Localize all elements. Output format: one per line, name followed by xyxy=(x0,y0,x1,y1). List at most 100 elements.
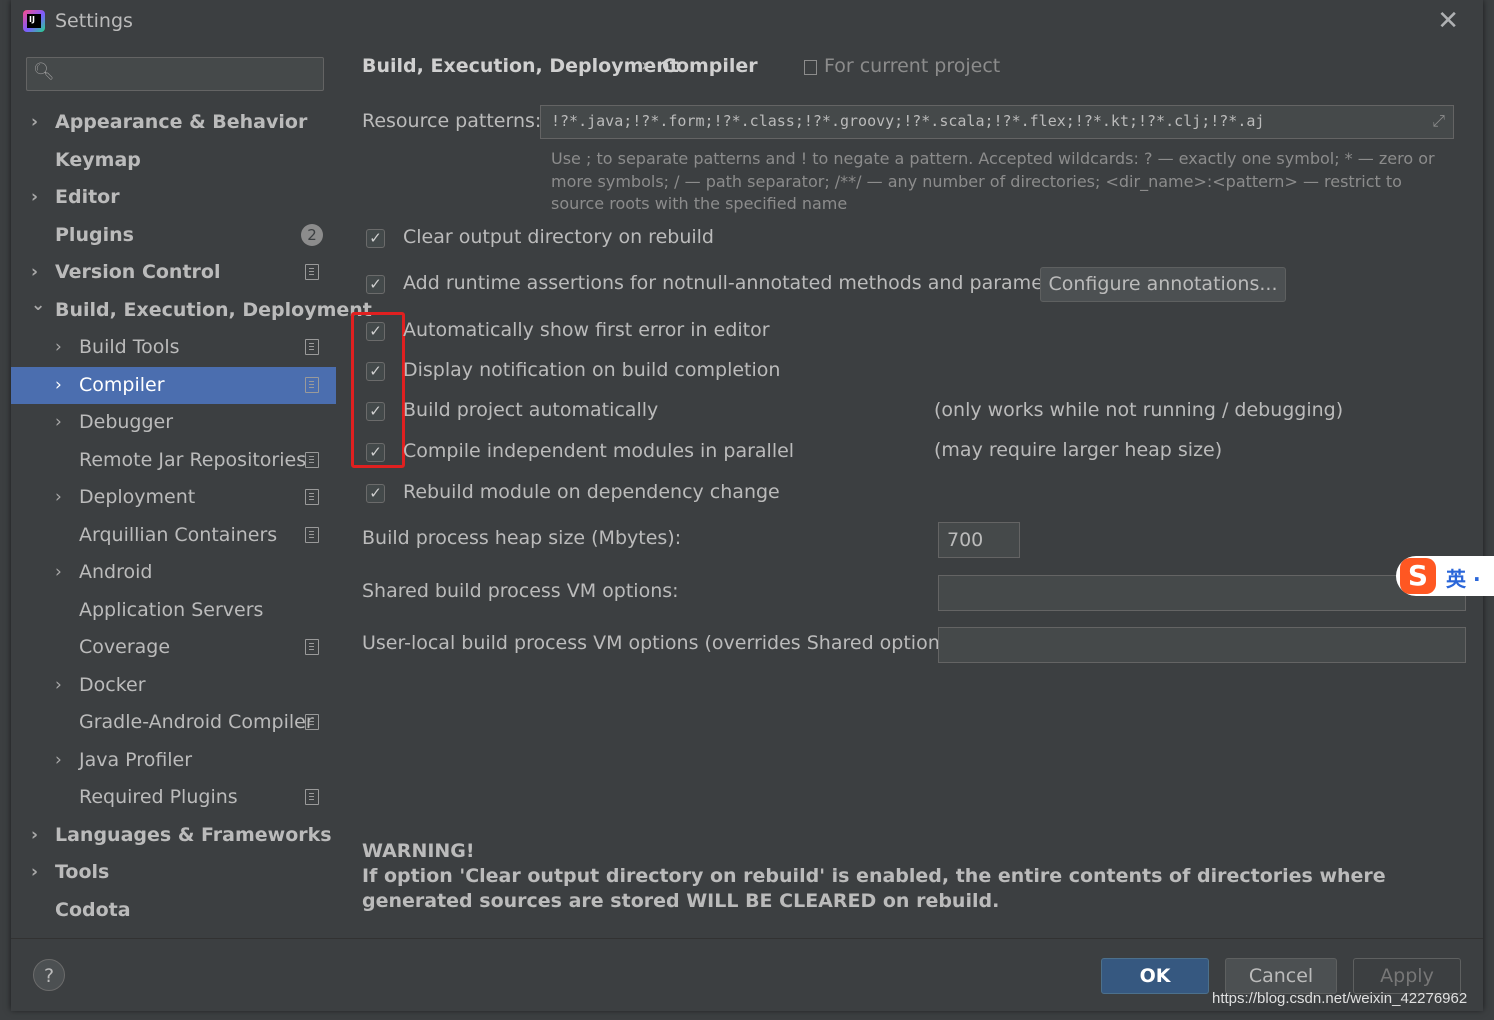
sidebar-item-label: Appearance & Behavior xyxy=(55,111,308,133)
sidebar-item-codota[interactable]: Codota xyxy=(11,892,336,930)
checkbox-check-icon[interactable]: ✓ xyxy=(366,402,385,421)
chevron-right-icon[interactable]: › xyxy=(31,254,38,291)
resource-patterns-value: !?*.java;!?*.form;!?*.class;!?*.groovy;!… xyxy=(551,112,1265,130)
checkbox-label: Build project automatically xyxy=(403,399,659,421)
configure-annotations-button[interactable]: Configure annotations... xyxy=(1040,267,1286,302)
sidebar-item-label: Coverage xyxy=(79,636,171,658)
ime-language-indicator[interactable]: 英 · xyxy=(1446,563,1481,592)
checkbox-label: Display notification on build completion xyxy=(403,359,781,381)
chevron-right-icon[interactable]: › xyxy=(55,329,62,366)
project-scope-icon xyxy=(305,376,319,393)
project-scope-icon xyxy=(305,489,319,505)
chevron-right-icon[interactable]: › xyxy=(55,479,62,516)
sidebar-item-languages-frameworks[interactable]: › Languages & Frameworks xyxy=(11,817,336,855)
sidebar-item-label: Deployment xyxy=(79,486,196,508)
checkbox-check-icon[interactable]: ✓ xyxy=(366,322,385,341)
sidebar-item-label: Gradle-Android Compiler xyxy=(79,711,314,733)
sidebar-item-label: Required Plugins xyxy=(79,786,238,808)
apply-button[interactable]: Apply xyxy=(1353,958,1461,994)
local-vm-options-label: User-local build process VM options (ove… xyxy=(362,632,964,654)
checkbox-label: Add runtime assertions for notnull-annot… xyxy=(403,272,1080,294)
chevron-right-icon[interactable]: › xyxy=(31,179,38,216)
chevron-right-icon[interactable]: › xyxy=(55,367,62,404)
ime-toolbar[interactable]: S 英 · xyxy=(1396,556,1494,596)
sidebar-item-label: Build, Execution, Deployment xyxy=(55,298,372,321)
cancel-button[interactable]: Cancel xyxy=(1225,958,1337,994)
window-title: Settings xyxy=(55,10,133,32)
settings-dialog: IJ Settings ✕ 🔍︎ › Appearance & Behavior K… xyxy=(11,0,1483,1011)
sidebar-item-label: Debugger xyxy=(79,411,174,433)
sidebar-item-label: Compiler xyxy=(79,373,165,396)
chevron-right-icon[interactable]: › xyxy=(31,854,38,891)
build-automatically-note: (only works while not running / debuggin… xyxy=(934,399,1344,421)
checkbox-check-icon[interactable]: ✓ xyxy=(366,362,385,381)
breadcrumb-parent: Build, Execution, Deployment xyxy=(362,55,679,77)
sidebar-item-docker[interactable]: › Docker xyxy=(11,667,336,705)
help-button[interactable]: ? xyxy=(33,959,65,991)
compiler-settings-panel: Build, Execution, Deployment › Compiler … xyxy=(336,42,1483,938)
checkbox-label: Automatically show first error in editor xyxy=(403,319,770,341)
settings-tree: › Appearance & Behavior Keymap › Editor Plugi… xyxy=(11,104,372,930)
chevron-right-icon[interactable]: › xyxy=(55,554,62,591)
sidebar-item-gradle-android-compiler[interactable]: Gradle-Android Compiler xyxy=(11,704,336,742)
sidebar-item-label: Plugins xyxy=(55,223,134,246)
sidebar-item-label: Tools xyxy=(55,861,110,883)
sidebar-item-build-tools[interactable]: › Build Tools xyxy=(11,329,336,367)
sidebar-item-label: Arquillian Containers xyxy=(79,523,278,546)
ok-button[interactable]: OK xyxy=(1101,958,1209,994)
sidebar-item-arquillian-containers[interactable]: Arquillian Containers xyxy=(11,517,336,555)
sidebar-item-debugger[interactable]: › Debugger xyxy=(11,404,336,442)
chevron-right-icon[interactable]: › xyxy=(31,104,38,141)
sidebar-item-build-execution-deployment[interactable]: ⌄ Build, Execution, Deployment xyxy=(11,292,372,330)
sidebar-item-deployment[interactable]: › Deployment xyxy=(11,479,336,517)
project-scope-icon xyxy=(305,451,319,468)
warning-title: WARNING! xyxy=(362,840,475,862)
sidebar-item-plugins[interactable]: Plugins 2 xyxy=(11,217,336,255)
shared-vm-options-label: Shared build process VM options: xyxy=(362,580,679,602)
sidebar-item-android[interactable]: › Android xyxy=(11,554,336,592)
sidebar-item-label: Codota xyxy=(55,898,131,921)
chevron-right-icon[interactable]: › xyxy=(31,817,38,854)
title-bar: IJ Settings ✕ xyxy=(11,0,1483,42)
project-scope-icon xyxy=(305,714,319,730)
search-input[interactable]: 🔍︎ xyxy=(26,57,324,91)
resource-patterns-label: Resource patterns: xyxy=(362,110,542,132)
chevron-right-icon[interactable]: › xyxy=(55,667,62,704)
checkbox-check-icon[interactable]: ✓ xyxy=(366,275,385,294)
chevron-down-icon[interactable]: ⌄ xyxy=(31,287,45,324)
sidebar-item-appearance-behavior[interactable]: › Appearance & Behavior xyxy=(11,104,336,142)
close-icon[interactable]: ✕ xyxy=(1437,6,1459,36)
project-scope-icon xyxy=(804,60,817,75)
sidebar-item-label: Android xyxy=(79,561,153,583)
resource-patterns-input[interactable]: !?*.java;!?*.form;!?*.class;!?*.groovy;!… xyxy=(540,105,1454,139)
sidebar-item-editor[interactable]: › Editor xyxy=(11,179,336,217)
sidebar-item-version-control[interactable]: › Version Control xyxy=(11,254,336,292)
checkbox-label: Compile independent modules in parallel xyxy=(403,440,795,462)
shared-vm-options-input[interactable] xyxy=(938,575,1466,611)
chevron-right-icon[interactable]: › xyxy=(55,742,62,779)
sidebar-item-application-servers[interactable]: Application Servers xyxy=(11,592,336,630)
checkbox-check-icon[interactable]: ✓ xyxy=(366,484,385,503)
checkbox-label: Clear output directory on rebuild xyxy=(403,226,714,248)
sidebar-item-label: Docker xyxy=(79,673,146,696)
page-title: Compiler xyxy=(662,55,758,77)
sidebar-item-java-profiler[interactable]: › Java Profiler xyxy=(11,742,336,780)
search-icon: 🔍︎ xyxy=(33,62,55,82)
heap-size-input[interactable]: 700 xyxy=(938,522,1020,558)
sidebar-item-label: Version Control xyxy=(55,261,221,283)
sidebar-item-keymap[interactable]: Keymap xyxy=(11,142,336,180)
local-vm-options-input[interactable] xyxy=(938,627,1466,663)
checkbox-check-icon[interactable]: ✓ xyxy=(366,229,385,248)
sidebar-item-remote-jar-repositories[interactable]: Remote Jar Repositories xyxy=(11,442,336,480)
sidebar-item-label: Editor xyxy=(55,186,120,208)
sidebar-item-required-plugins[interactable]: Required Plugins xyxy=(11,779,336,817)
project-scope-icon xyxy=(305,639,319,655)
expand-icon[interactable]: ⤢ xyxy=(1432,111,1445,131)
chevron-right-icon[interactable]: › xyxy=(55,404,62,441)
sidebar-item-label: Remote Jar Repositories xyxy=(79,448,307,471)
sidebar-item-coverage[interactable]: Coverage xyxy=(11,629,336,667)
sidebar-item-tools[interactable]: › Tools xyxy=(11,854,336,892)
sidebar-item-compiler[interactable]: › Compiler xyxy=(11,366,336,404)
intellij-logo-icon: IJ xyxy=(23,10,45,32)
checkbox-check-icon[interactable]: ✓ xyxy=(366,443,385,462)
